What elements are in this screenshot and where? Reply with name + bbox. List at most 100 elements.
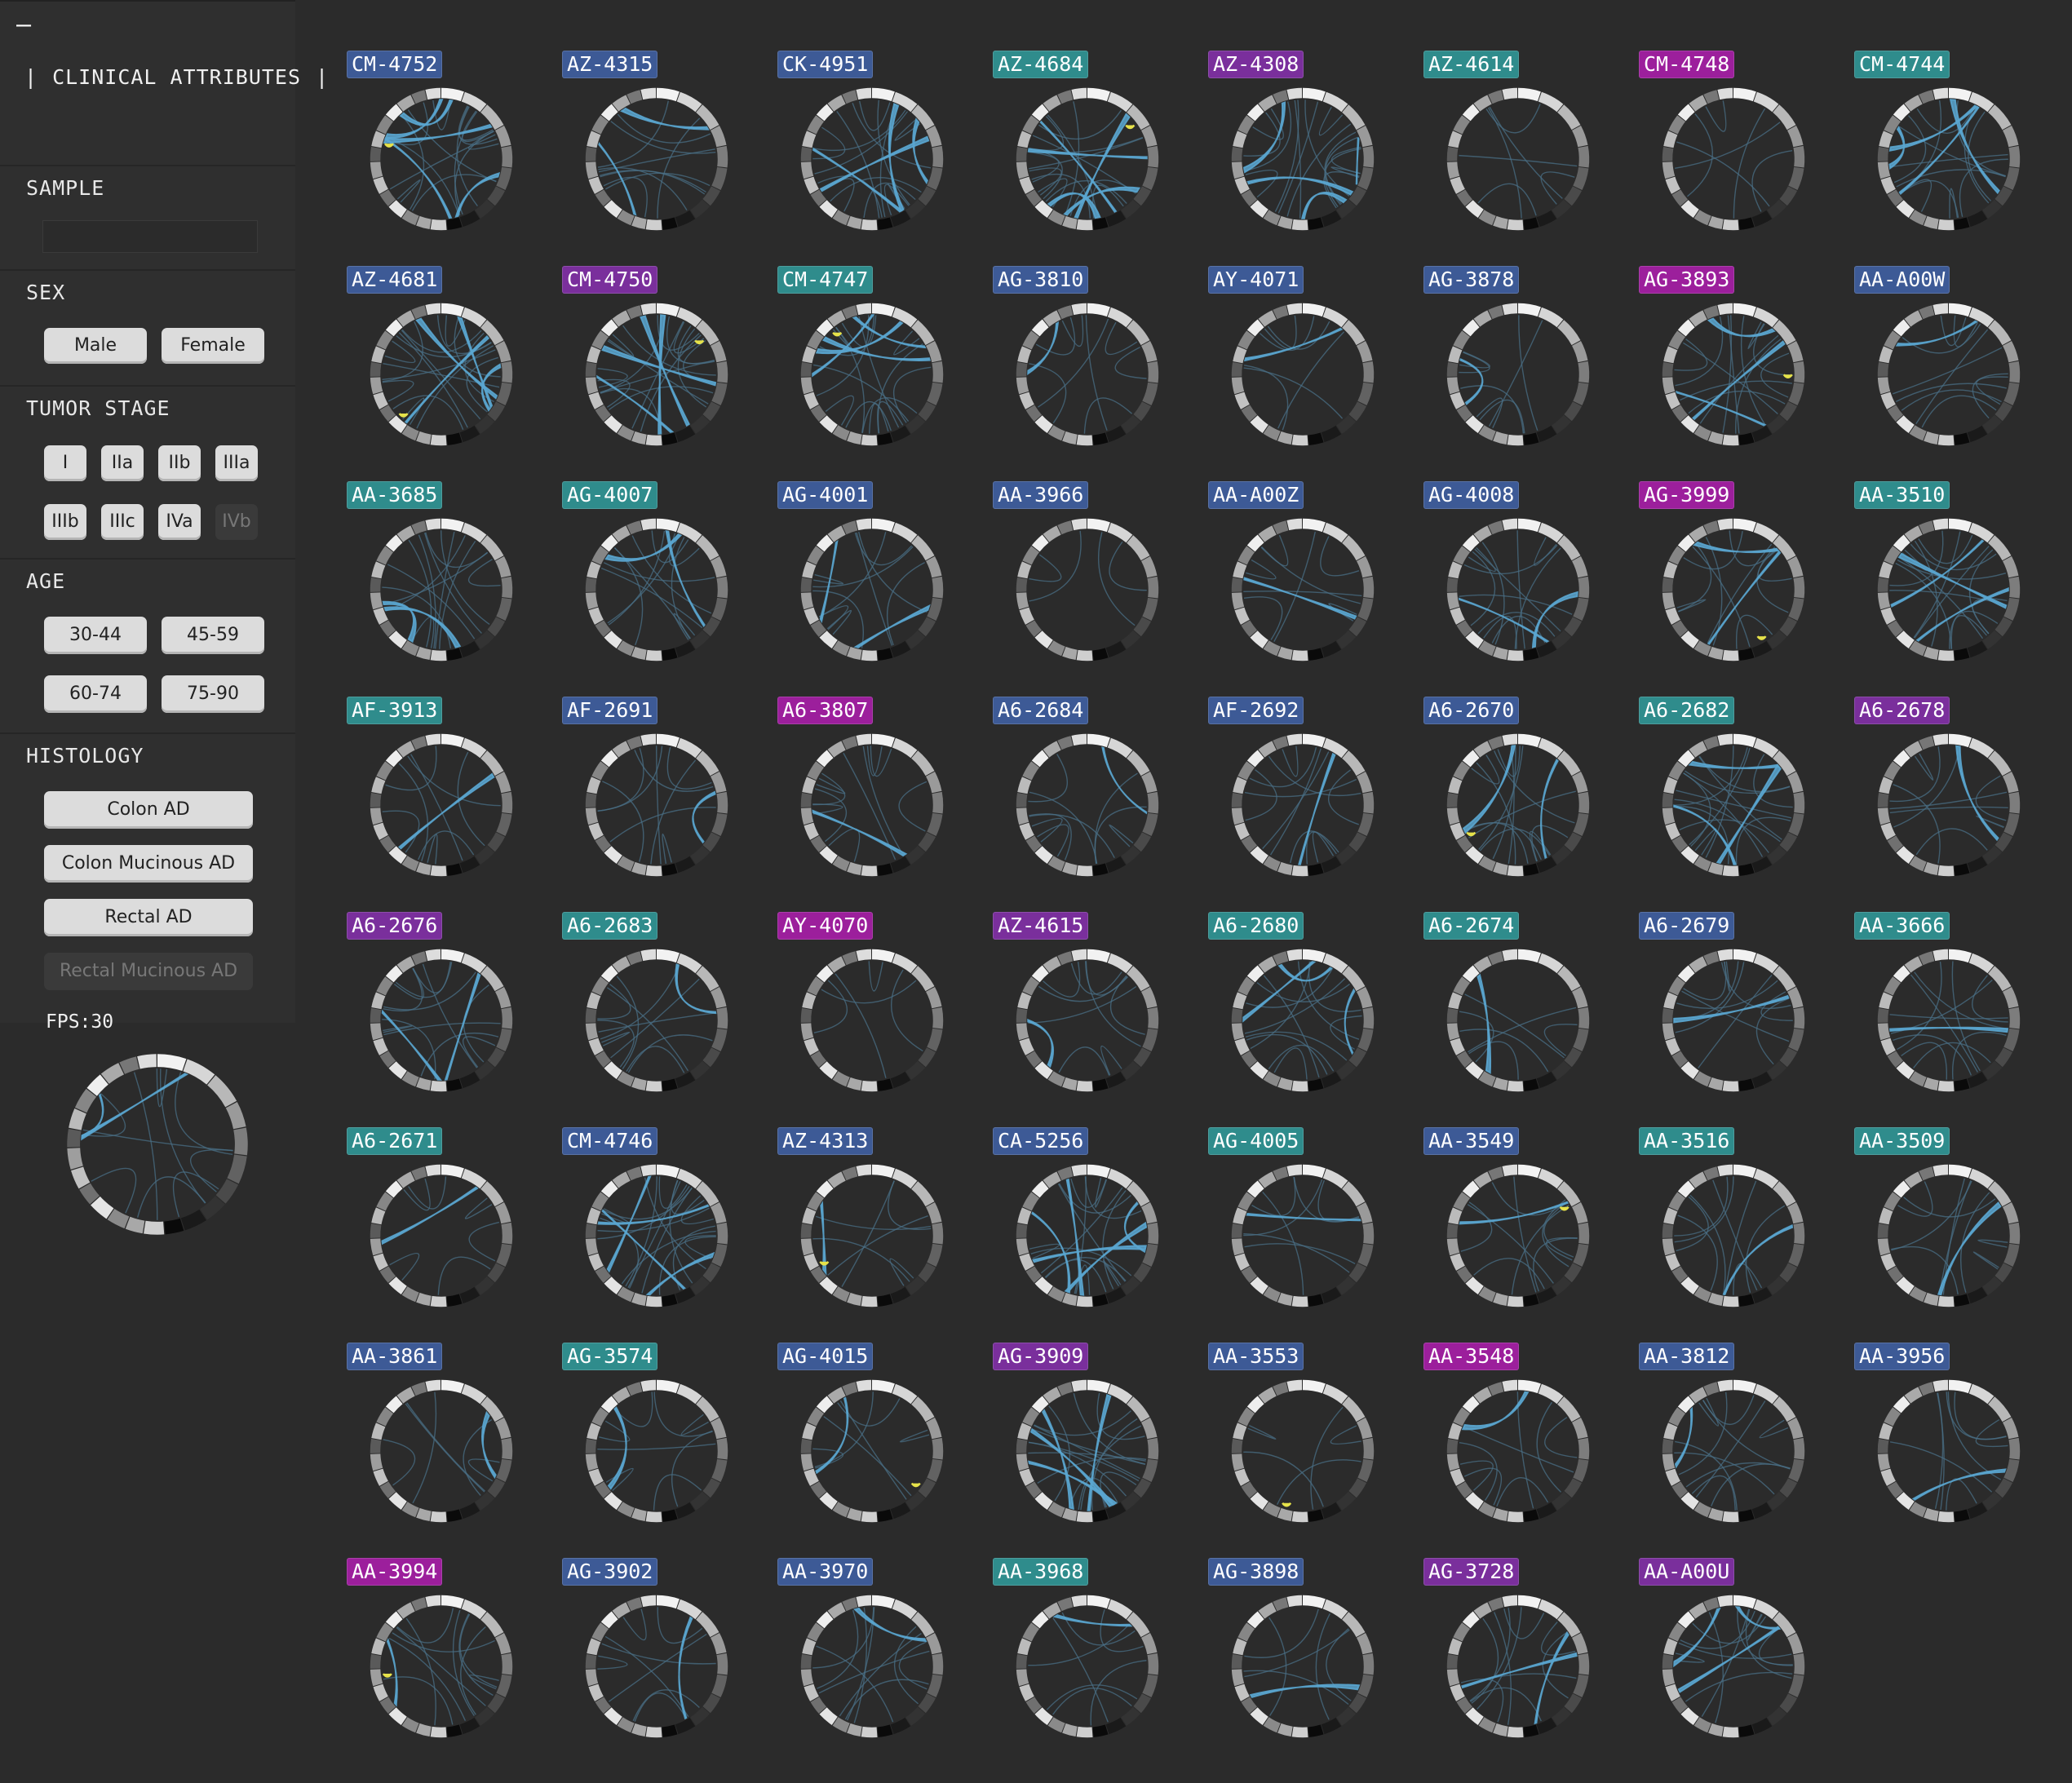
circos-plot[interactable] [1230, 86, 1375, 232]
age-30-44-button[interactable]: 30-44 [44, 617, 147, 654]
circos-plot[interactable] [799, 1594, 945, 1739]
circos-plot[interactable] [584, 948, 729, 1093]
sample-cell-aa-3553[interactable]: AA-3553 [1204, 1339, 1419, 1555]
circos-plot[interactable] [369, 948, 514, 1093]
circos-plot[interactable] [584, 732, 729, 878]
sex-male-button[interactable]: Male [44, 328, 147, 364]
sample-cell-af-3913[interactable]: AF-3913 [343, 693, 558, 909]
circos-plot[interactable] [1015, 732, 1160, 878]
circos-plot[interactable] [1015, 1378, 1160, 1524]
sample-cell-ay-4071[interactable]: AY-4071 [1204, 263, 1419, 478]
circos-plot[interactable] [1446, 517, 1591, 662]
stage-iib-button[interactable]: IIb [158, 445, 201, 481]
sample-cell-aa-3549[interactable]: AA-3549 [1419, 1124, 1635, 1339]
sample-cell-az-4681[interactable]: AZ-4681 [343, 263, 558, 478]
circos-plot[interactable] [1661, 86, 1806, 232]
sample-cell-cm-4747[interactable]: CM-4747 [773, 263, 989, 478]
sample-cell-aa-3966[interactable]: AA-3966 [989, 478, 1204, 693]
circos-plot[interactable] [369, 1163, 514, 1308]
circos-plot[interactable] [1230, 302, 1375, 447]
stage-i-button[interactable]: I [44, 445, 86, 481]
sample-cell-aa-3685[interactable]: AA-3685 [343, 478, 558, 693]
circos-plot[interactable] [1876, 1378, 2021, 1524]
sample-cell-aa-a00u[interactable]: AA-A00U [1635, 1555, 1850, 1770]
circos-plot[interactable] [1661, 948, 1806, 1093]
sample-cell-cm-4744[interactable]: CM-4744 [1850, 47, 2065, 263]
stage-iiia-button[interactable]: IIIa [215, 445, 258, 481]
circos-plot[interactable] [1661, 302, 1806, 447]
sample-cell-aa-3812[interactable]: AA-3812 [1635, 1339, 1850, 1555]
circos-plot[interactable] [1230, 732, 1375, 878]
sample-cell-a6-2680[interactable]: A6-2680 [1204, 909, 1419, 1124]
sample-cell-a6-2679[interactable]: A6-2679 [1635, 909, 1850, 1124]
circos-plot[interactable] [369, 302, 514, 447]
circos-plot[interactable] [1230, 1378, 1375, 1524]
circos-plot[interactable] [1661, 732, 1806, 878]
sample-cell-aa-a00z[interactable]: AA-A00Z [1204, 478, 1419, 693]
circos-plot[interactable] [799, 1163, 945, 1308]
sample-cell-ag-4007[interactable]: AG-4007 [558, 478, 773, 693]
circos-plot[interactable] [1230, 517, 1375, 662]
circos-plot[interactable] [1015, 86, 1160, 232]
circos-plot[interactable] [369, 732, 514, 878]
sample-cell-cm-4746[interactable]: CM-4746 [558, 1124, 773, 1339]
circos-plot[interactable] [799, 1378, 945, 1524]
sample-cell-ag-4001[interactable]: AG-4001 [773, 478, 989, 693]
panel-header[interactable]: | CLINICAL ATTRIBUTES | [0, 57, 328, 98]
sample-input[interactable] [42, 220, 258, 253]
sample-cell-ag-3902[interactable]: AG-3902 [558, 1555, 773, 1770]
circos-plot[interactable] [369, 1594, 514, 1739]
sample-cell-a6-2683[interactable]: A6-2683 [558, 909, 773, 1124]
circos-plot[interactable] [799, 948, 945, 1093]
sample-cell-a6-2674[interactable]: A6-2674 [1419, 909, 1635, 1124]
sample-cell-aa-3509[interactable]: AA-3509 [1850, 1124, 2065, 1339]
sample-cell-a6-3807[interactable]: A6-3807 [773, 693, 989, 909]
sample-cell-ag-3810[interactable]: AG-3810 [989, 263, 1204, 478]
sample-cell-aa-3510[interactable]: AA-3510 [1850, 478, 2065, 693]
age-60-74-button[interactable]: 60-74 [44, 675, 147, 713]
sample-cell-ag-3898[interactable]: AG-3898 [1204, 1555, 1419, 1770]
circos-plot[interactable] [584, 1594, 729, 1739]
circos-plot[interactable] [1446, 86, 1591, 232]
sample-cell-aa-3956[interactable]: AA-3956 [1850, 1339, 2065, 1555]
circos-plot[interactable] [1876, 948, 2021, 1093]
sample-cell-af-2691[interactable]: AF-2691 [558, 693, 773, 909]
sample-cell-cm-4750[interactable]: CM-4750 [558, 263, 773, 478]
sample-cell-aa-3861[interactable]: AA-3861 [343, 1339, 558, 1555]
sample-cell-az-4308[interactable]: AZ-4308 [1204, 47, 1419, 263]
circos-plot[interactable] [1015, 1594, 1160, 1739]
circos-plot[interactable] [1446, 302, 1591, 447]
circos-plot[interactable] [1661, 1163, 1806, 1308]
sample-cell-ca-5256[interactable]: CA-5256 [989, 1124, 1204, 1339]
sample-cell-a6-2670[interactable]: A6-2670 [1419, 693, 1635, 909]
sample-cell-aa-a00w[interactable]: AA-A00W [1850, 263, 2065, 478]
histology-colon-ad-button[interactable]: Colon AD [44, 791, 253, 829]
circos-plot[interactable] [1661, 1594, 1806, 1739]
circos-plot[interactable] [584, 1378, 729, 1524]
circos-plot[interactable] [584, 86, 729, 232]
circos-plot[interactable] [799, 86, 945, 232]
circos-plot[interactable] [799, 732, 945, 878]
circos-plot[interactable] [1876, 517, 2021, 662]
sample-cell-az-4313[interactable]: AZ-4313 [773, 1124, 989, 1339]
circos-plot[interactable] [1230, 1594, 1375, 1739]
circos-plot[interactable] [1876, 86, 2021, 232]
sample-cell-aa-3968[interactable]: AA-3968 [989, 1555, 1204, 1770]
circos-plot[interactable] [1015, 1163, 1160, 1308]
histology-rectal-mucinous-ad-button[interactable]: Rectal Mucinous AD [44, 953, 253, 990]
age-45-59-button[interactable]: 45-59 [162, 617, 264, 654]
sample-cell-cm-4748[interactable]: CM-4748 [1635, 47, 1850, 263]
sample-cell-ag-4005[interactable]: AG-4005 [1204, 1124, 1419, 1339]
circos-plot[interactable] [369, 86, 514, 232]
stage-iiib-button[interactable]: IIIb [44, 504, 86, 540]
circos-plot[interactable] [1230, 1163, 1375, 1308]
circos-plot[interactable] [584, 1163, 729, 1308]
sample-cell-ag-4008[interactable]: AG-4008 [1419, 478, 1635, 693]
circos-plot[interactable] [1015, 517, 1160, 662]
sample-cell-aa-3970[interactable]: AA-3970 [773, 1555, 989, 1770]
sample-cell-az-4315[interactable]: AZ-4315 [558, 47, 773, 263]
circos-plot[interactable] [369, 517, 514, 662]
sample-cell-aa-3548[interactable]: AA-3548 [1419, 1339, 1635, 1555]
circos-plot[interactable] [1446, 1163, 1591, 1308]
sample-cell-aa-3666[interactable]: AA-3666 [1850, 909, 2065, 1124]
